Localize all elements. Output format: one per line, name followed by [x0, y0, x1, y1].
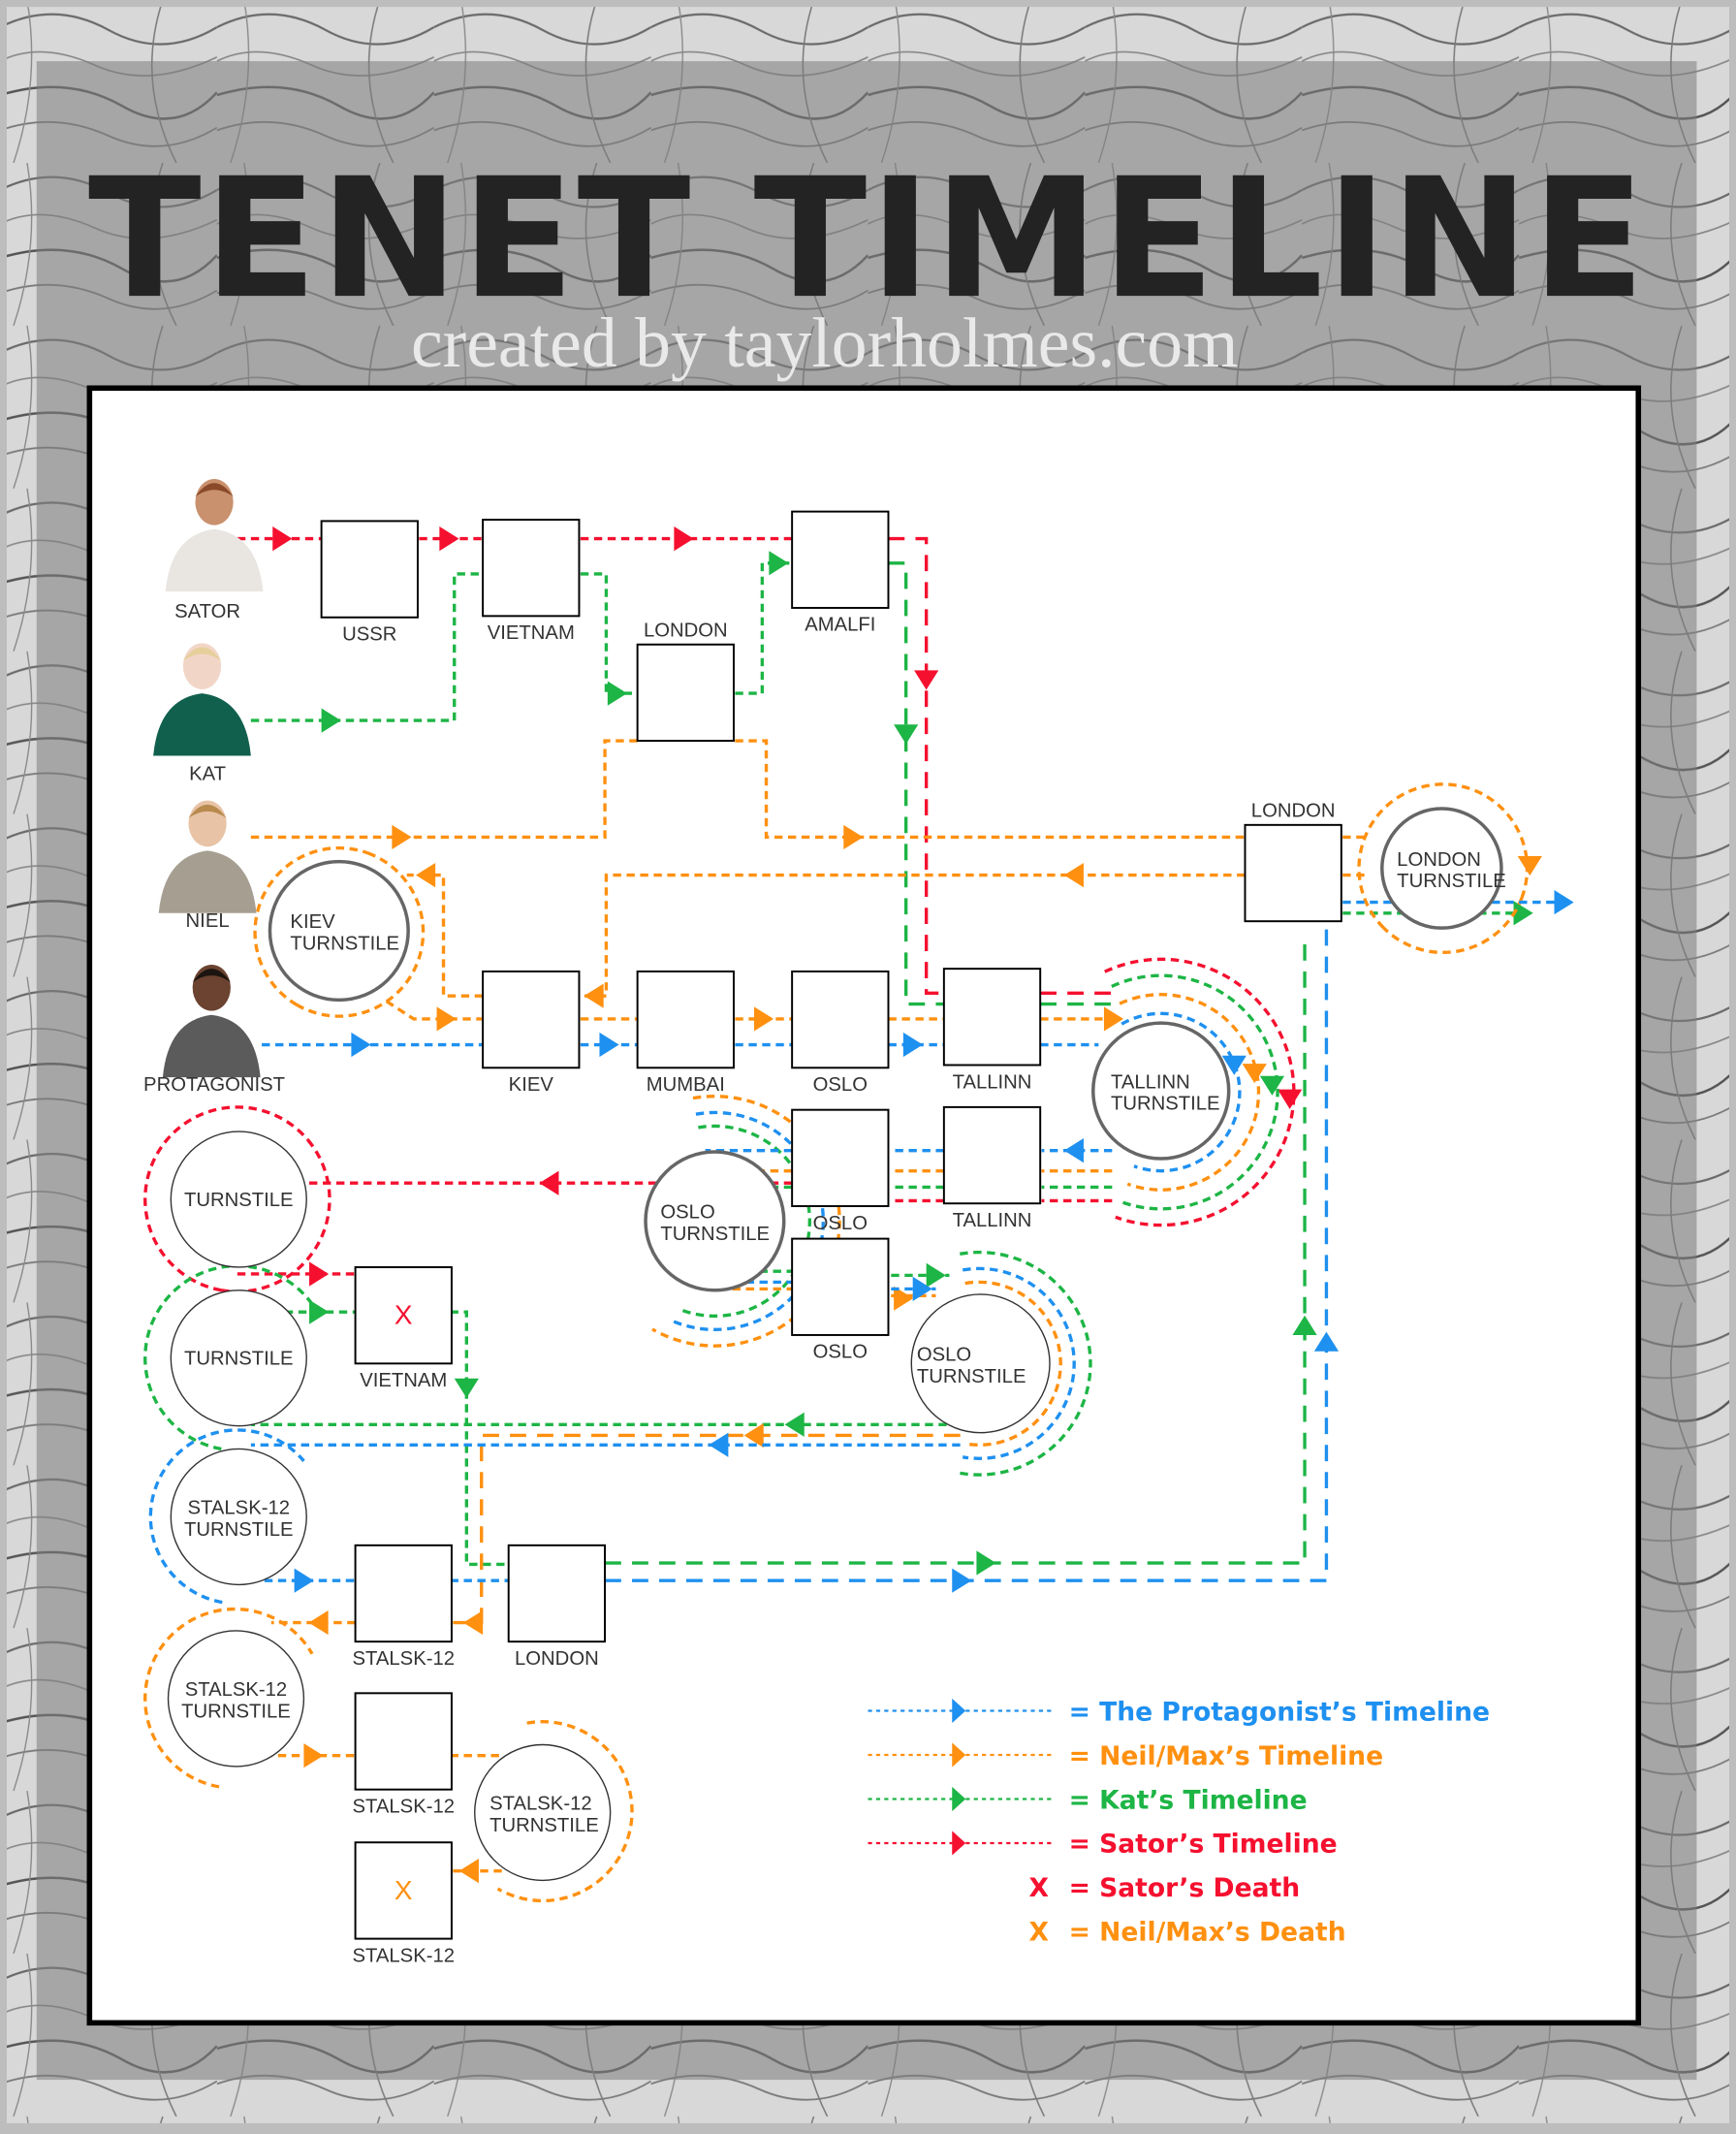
location-box: STALSK-12	[353, 1692, 456, 1817]
location-label: AMALFI	[805, 615, 875, 636]
character-name: SATOR	[174, 601, 240, 622]
location-label: MUMBAI	[647, 1074, 725, 1096]
death-mark: X	[395, 1875, 413, 1905]
location-box: AMALFI	[791, 510, 890, 636]
location-square	[942, 1105, 1042, 1205]
turnstile: STALSK-12TURNSTILE	[474, 1743, 612, 1882]
location-box: STALSK-12	[353, 1544, 456, 1670]
turnstile-label: OSLO	[917, 1345, 971, 1366]
location-square	[791, 510, 890, 609]
legend-label: = Kat’s Timeline	[1069, 1785, 1308, 1815]
location-label: VIETNAM	[488, 622, 575, 644]
turnstile-label: TURNSTILE	[917, 1366, 1026, 1387]
turnstile-label: TURNSTILE	[181, 1702, 291, 1723]
location-label: STALSK-12	[353, 1945, 456, 1966]
turnstile-label: TURNSTILE	[1397, 871, 1506, 892]
location-label: LONDON	[1251, 800, 1336, 821]
location-label: OSLO	[813, 1074, 868, 1096]
location-box: LONDON	[507, 1544, 607, 1670]
location-square	[791, 1108, 890, 1207]
turnstile-label: TALLINN	[1111, 1071, 1190, 1093]
location-square	[354, 1692, 453, 1791]
location-box: LONDON	[636, 620, 735, 743]
turnstile-label: TURNSTILE	[184, 1519, 294, 1541]
turnstile: TURNSTILE	[170, 1290, 307, 1427]
location-box: VIETNAM X	[354, 1266, 453, 1391]
location-label: OSLO	[813, 1342, 868, 1363]
location-square	[636, 643, 735, 743]
turnstile: STALSK-12TURNSTILE	[167, 1630, 305, 1768]
turnstile-label: TURNSTILE	[184, 1349, 294, 1370]
legend-label: = Sator’s Timeline	[1069, 1830, 1338, 1860]
turnstile-label: TURNSTILE	[489, 1815, 599, 1836]
location-label: LONDON	[515, 1648, 599, 1670]
turnstile-label: STALSK-12	[489, 1794, 592, 1815]
location-square	[791, 1237, 890, 1336]
location-label: OSLO	[813, 1213, 868, 1234]
location-box: VIETNAM	[482, 519, 581, 644]
location-label: STALSK-12	[353, 1648, 456, 1670]
legend-item: X = Sator’s Death	[1029, 1873, 1301, 1903]
location-square	[354, 1544, 453, 1643]
location-square	[1244, 823, 1342, 923]
turnstile-label: TURNSTILE	[1111, 1094, 1220, 1115]
character-name: NIEL	[186, 910, 230, 932]
location-label: STALSK-12	[353, 1796, 456, 1817]
turnstile: KIEVTURNSTILE	[268, 859, 410, 1003]
turnstile-label: LONDON	[1397, 849, 1481, 871]
location-square	[320, 520, 419, 619]
turnstile: TURNSTILE	[170, 1131, 307, 1268]
turnstile-label: KIEV	[290, 911, 335, 933]
location-label: VIETNAM	[360, 1370, 447, 1391]
character-name: KAT	[189, 764, 226, 785]
location-square	[482, 970, 581, 1069]
page-subtitle: created by taylorholmes.com	[411, 303, 1239, 382]
location-square	[482, 519, 581, 618]
location-box: MUMBAI	[636, 970, 735, 1096]
location-square	[507, 1544, 607, 1643]
location-label: TALLINN	[953, 1071, 1032, 1093]
location-box: STALSK-12 X	[353, 1841, 456, 1966]
location-square	[791, 970, 890, 1069]
turnstile-label: OSLO	[660, 1202, 714, 1224]
legend-item: X = Neil/Max’s Death	[1029, 1918, 1346, 1948]
character-name: PROTAGONIST	[143, 1074, 285, 1096]
legend-label: = The Protagonist’s Timeline	[1069, 1697, 1490, 1727]
turnstile: OSLOTURNSTILE	[910, 1293, 1051, 1434]
turnstile-label: TURNSTILE	[660, 1224, 770, 1245]
turnstile: STALSK-12TURNSTILE	[170, 1448, 307, 1586]
tenet-timeline-diagram: TENET TIMELINE created by taylorholmes.c…	[0, 0, 1736, 2130]
turnstile-label: TURNSTILE	[184, 1190, 294, 1211]
turnstile: OSLOTURNSTILE	[644, 1150, 786, 1292]
location-box: LONDON	[1244, 800, 1342, 923]
legend-label: = Neil/Max’s Timeline	[1069, 1741, 1384, 1771]
location-label: LONDON	[644, 620, 728, 641]
turnstile-label: STALSK-12	[188, 1498, 291, 1519]
location-label: USSR	[342, 624, 396, 646]
death-mark: X	[395, 1300, 413, 1330]
location-square	[636, 970, 735, 1069]
location-square	[942, 968, 1042, 1067]
legend-label: = Sator’s Death	[1069, 1873, 1301, 1903]
location-label: KIEV	[509, 1074, 554, 1096]
location-box: TALLINN	[942, 968, 1042, 1093]
legend-death-mark: X	[1029, 1873, 1050, 1903]
turnstile: TALLINNTURNSTILE	[1091, 1021, 1231, 1161]
location-label: TALLINN	[953, 1210, 1032, 1231]
legend-label: = Neil/Max’s Death	[1069, 1918, 1346, 1948]
location-box: TALLINN	[942, 1105, 1042, 1231]
turnstile-label: STALSK-12	[185, 1679, 288, 1701]
legend-death-mark: X	[1029, 1918, 1050, 1948]
turnstile-label: TURNSTILE	[290, 934, 399, 955]
infographic: TENET TIMELINE created by taylorholmes.c…	[0, 0, 1736, 2130]
